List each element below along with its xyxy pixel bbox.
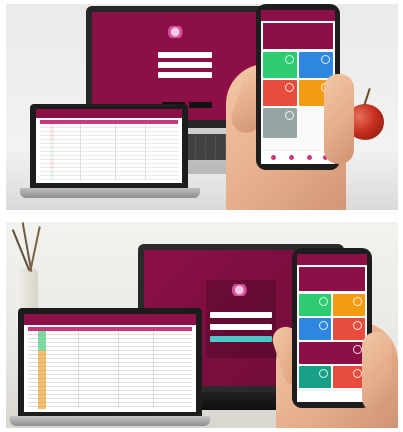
tile-grey [263, 108, 297, 138]
tile-green [263, 52, 297, 78]
tile-red [263, 80, 297, 106]
tile-red [333, 318, 365, 340]
photo-bottom [6, 222, 398, 428]
password-field [210, 324, 272, 330]
sheet-table [28, 327, 192, 409]
laptop-small-screen [36, 109, 182, 183]
phone-header [261, 10, 335, 21]
laptop-small-base [10, 416, 210, 426]
photo-top [6, 4, 398, 210]
phone-banner [263, 23, 333, 49]
fingers [324, 74, 354, 164]
tile-blue [299, 52, 333, 78]
tile-red-2 [333, 366, 365, 388]
phone-screen [297, 254, 367, 402]
phone-bottom-nav [297, 390, 367, 402]
extra-field [158, 72, 212, 78]
brand-logo [232, 284, 250, 296]
tile-orange [333, 294, 365, 316]
sheet-table [40, 120, 178, 180]
laptop-small-base [20, 188, 200, 198]
brand-logo [168, 26, 186, 38]
phone-banner [299, 267, 365, 291]
password-field [158, 62, 212, 68]
tile-green [299, 294, 331, 316]
fingers [362, 332, 392, 412]
sheet-header [36, 109, 182, 118]
tile-teal [299, 366, 331, 388]
username-field [158, 52, 212, 58]
username-field [210, 312, 272, 318]
login-card [206, 280, 276, 358]
tile-blue [299, 318, 331, 340]
branch-2 [29, 226, 41, 272]
phone-header [297, 254, 367, 265]
login-button [210, 336, 272, 342]
sheet-header [24, 314, 196, 325]
tile-brand [299, 342, 365, 364]
laptop-small-screen [24, 314, 196, 412]
